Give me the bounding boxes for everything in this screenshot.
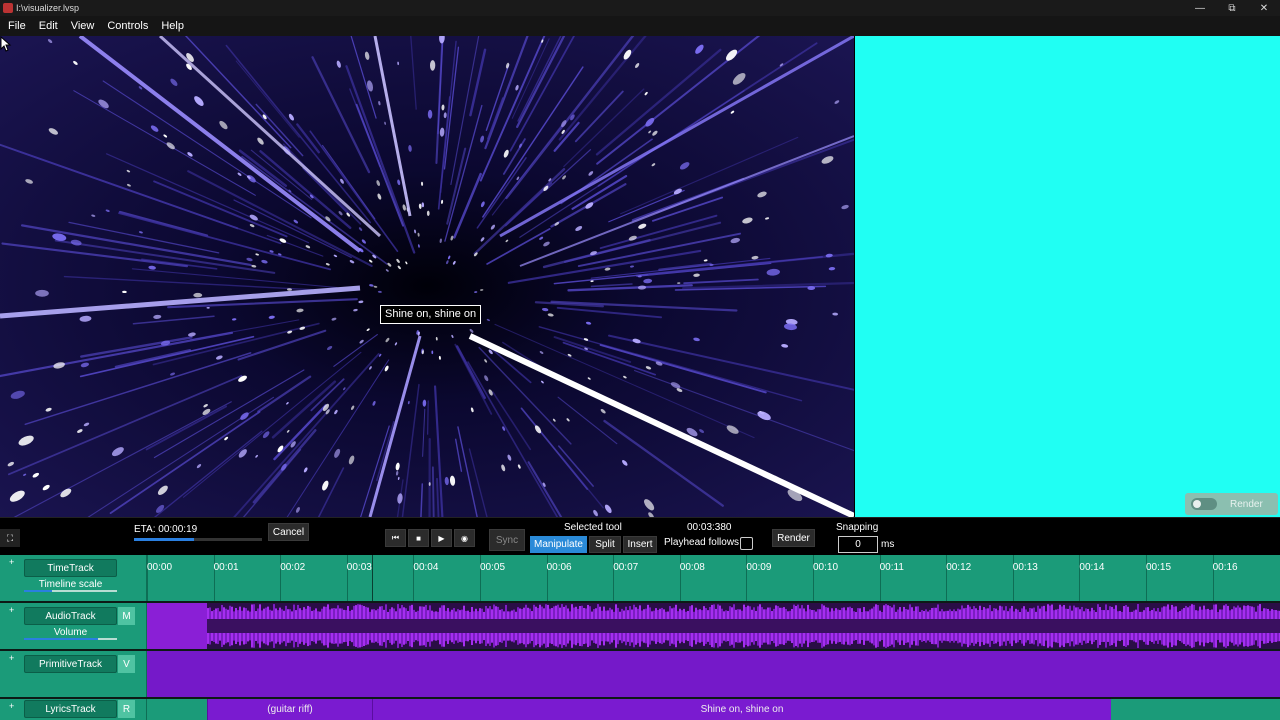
record-icon[interactable]: ◉ [454, 529, 475, 547]
snapping-label: Snapping [836, 522, 879, 533]
tick-label: 00:00 [147, 562, 173, 573]
minimize-button[interactable]: — [1184, 0, 1216, 16]
time-ruler[interactable]: 00:00 00:01 00:02 00:03 00:04 00:05 00:06 00:07… [147, 555, 1280, 601]
tool-insert[interactable]: Insert [623, 536, 657, 553]
mute-button[interactable]: M [118, 607, 135, 625]
tick-label: 00:10 [813, 562, 839, 573]
time-track-name[interactable]: TimeTrack [24, 559, 117, 577]
eta-text: ETA: 00:00:19 [134, 524, 198, 535]
audio-track-name[interactable]: AudioTrack [24, 607, 117, 625]
tick-label: 00:02 [280, 562, 306, 573]
menu-help[interactable]: Help [157, 20, 193, 32]
audio-track-header: + AudioTrack M Volume [0, 603, 147, 649]
primitive-clip[interactable] [147, 651, 1280, 697]
playhead-follows-label: Playhead follows [664, 537, 740, 548]
snapping-input[interactable]: 0 [838, 536, 878, 553]
lyrics-track: + LyricsTrack R (guitar riff) Shine on, … [0, 699, 1280, 720]
tick-label: 00:12 [946, 562, 972, 573]
expand-icon[interactable]: + [9, 557, 14, 567]
playhead[interactable] [372, 555, 374, 601]
lyric-segment[interactable]: (guitar riff) [207, 699, 372, 720]
menu-view[interactable]: View [67, 20, 104, 32]
timeline-scale-label: Timeline scale [38, 579, 103, 590]
timeline-scale-slider[interactable] [24, 590, 117, 592]
starfield-visual [0, 36, 854, 517]
tick-label: 00:01 [213, 562, 239, 573]
app-icon [3, 3, 13, 13]
tick-label: 00:14 [1079, 562, 1105, 573]
menu-file[interactable]: File [4, 20, 35, 32]
tick-label: 00:03 [346, 562, 372, 573]
tick-label: 00:06 [546, 562, 572, 573]
volume-slider[interactable] [24, 638, 117, 640]
tick-label: 00:16 [1212, 562, 1238, 573]
tick-label: 00:11 [879, 562, 904, 573]
menu-bar: File Edit View Controls Help [0, 16, 1280, 36]
stop-icon[interactable]: ■ [408, 529, 429, 547]
lyric-segment[interactable]: Shine on, shine on [372, 699, 1111, 720]
title-bar: I:\visualizer.lvsp — ⧉ ✕ [0, 0, 1280, 16]
skip-to-start-icon[interactable]: ⏮ [385, 529, 406, 547]
secondary-preview-panel [855, 36, 1280, 517]
sync-button[interactable]: Sync [489, 529, 525, 551]
menu-controls[interactable]: Controls [103, 20, 157, 32]
tool-manipulate[interactable]: Manipulate [530, 536, 587, 553]
preview-viewport[interactable]: Shine on, shine on [0, 36, 854, 517]
audio-track: + AudioTrack M Volume [0, 603, 1280, 649]
expand-icon[interactable]: + [9, 653, 14, 663]
selected-tool-label: Selected tool [564, 522, 622, 533]
tick-label: 00:15 [1146, 562, 1172, 573]
snapping-unit: ms [881, 539, 895, 550]
eta-progress-bar [134, 538, 262, 541]
window-controls: — ⧉ ✕ [1184, 0, 1280, 16]
restore-button[interactable]: ⧉ [1216, 0, 1248, 16]
window-title: I:\visualizer.lvsp [16, 3, 80, 13]
visibility-button[interactable]: V [118, 655, 135, 673]
time-readout: 00:03:380 [687, 522, 732, 533]
expand-icon[interactable]: + [9, 701, 14, 711]
tool-split[interactable]: Split [589, 536, 621, 553]
time-track: + TimeTrack Timeline scale 00:00 00:01 00:… [0, 555, 1280, 601]
lyrics-track-name[interactable]: LyricsTrack [24, 700, 117, 718]
primitive-track-name[interactable]: PrimitiveTrack [24, 655, 117, 673]
menu-edit[interactable]: Edit [35, 20, 67, 32]
tick-label: 00:05 [480, 562, 506, 573]
render-toggle-label: Render [1230, 498, 1263, 510]
lyrics-clips: (guitar riff) Shine on, shine on [147, 699, 1280, 720]
audio-waveform[interactable] [147, 603, 1280, 649]
tick-label: 00:04 [413, 562, 439, 573]
primitive-track-header: + PrimitiveTrack V [0, 651, 147, 697]
tick-label: 00:13 [1012, 562, 1038, 573]
record-lyrics-button[interactable]: R [118, 700, 135, 718]
time-track-header: + TimeTrack Timeline scale [0, 555, 147, 601]
render-toggle[interactable]: Render [1185, 493, 1278, 515]
volume-label: Volume [53, 627, 88, 638]
tick-label: 00:09 [746, 562, 772, 573]
toggle-switch-icon [1191, 498, 1217, 510]
render-button[interactable]: Render [772, 529, 815, 547]
playhead-follows-checkbox[interactable] [740, 537, 753, 550]
fullscreen-icon[interactable]: ⛶ [0, 529, 20, 547]
cancel-button[interactable]: Cancel [268, 523, 309, 541]
lyrics-track-header: + LyricsTrack R [0, 699, 147, 720]
primitive-track: + PrimitiveTrack V [0, 651, 1280, 697]
close-button[interactable]: ✕ [1248, 0, 1280, 16]
mouse-cursor-icon [0, 36, 12, 52]
expand-icon[interactable]: + [9, 605, 14, 615]
tick-label: 00:07 [613, 562, 639, 573]
lyric-overlay: Shine on, shine on [380, 305, 482, 324]
tick-label: 00:08 [679, 562, 705, 573]
play-icon[interactable]: ▶ [431, 529, 452, 547]
controls-bar: ⛶ ETA: 00:00:19 Cancel ⏮ ■ ▶ ◉ Sync Sele… [0, 517, 1280, 555]
